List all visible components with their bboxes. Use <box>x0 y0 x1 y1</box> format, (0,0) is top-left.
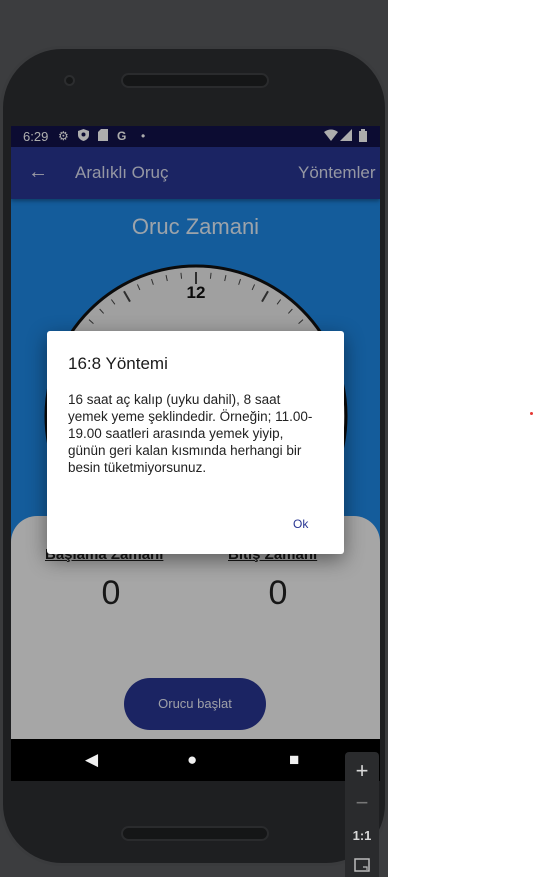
top-speaker <box>121 73 269 88</box>
actual-size-button[interactable]: 1:1 <box>345 828 379 843</box>
method-info-dialog: 16:8 Yöntemi 16 saat aç kalıp (uyku dahi… <box>47 331 344 554</box>
front-camera <box>64 75 75 86</box>
nav-home-icon[interactable]: ● <box>187 750 197 770</box>
dialog-message: 16 saat aç kalıp (uyku dahil), 8 saat ye… <box>68 392 313 475</box>
zoom-in-icon[interactable]: + <box>345 758 379 784</box>
dialog-title: 16:8 Yöntemi <box>68 354 168 373</box>
emulator-zoom-panel: + − 1:1 <box>345 752 379 877</box>
zoom-out-icon[interactable]: − <box>345 790 379 816</box>
bottom-speaker <box>121 826 269 841</box>
red-dot-marker <box>530 412 533 415</box>
nav-back-icon[interactable]: ◀ <box>85 750 98 770</box>
dialog-ok-button[interactable]: Ok <box>293 517 308 531</box>
phone-screen: 6:29 ⚙ G • ← Aralıklı Oruç Yöntemler Oru… <box>11 126 380 781</box>
fit-screen-icon[interactable] <box>345 858 379 877</box>
navigation-bar: ◀ ● ■ <box>11 739 380 781</box>
nav-recents-icon[interactable]: ■ <box>289 750 299 770</box>
